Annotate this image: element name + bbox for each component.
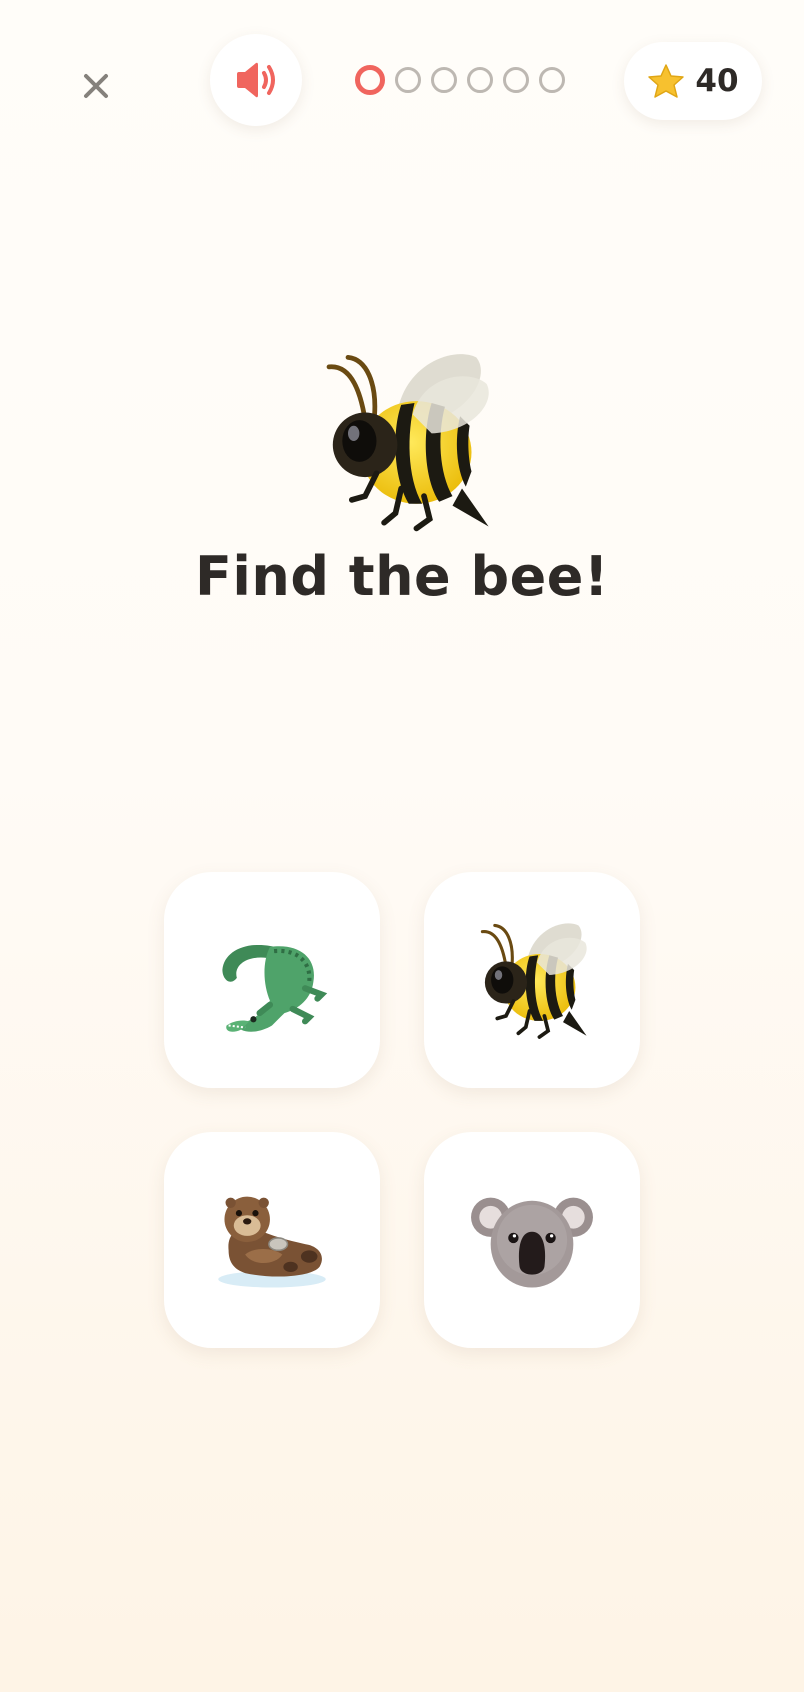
progress-indicator (355, 64, 565, 96)
prompt-title: Find the bee! (194, 545, 609, 608)
speaker-icon (237, 62, 275, 98)
crocodile-icon (222, 944, 328, 1032)
close-icon (84, 74, 108, 98)
option-otter[interactable] (164, 1132, 380, 1348)
bee-icon (470, 918, 594, 1042)
score-badge: 40 (624, 42, 762, 120)
sound-button[interactable] (210, 34, 302, 126)
score-value: 40 (695, 63, 739, 99)
star-icon (648, 64, 685, 98)
progress-dot (539, 67, 565, 93)
bee-icon (310, 346, 500, 536)
koala-icon (471, 1197, 593, 1288)
progress-dot (431, 67, 457, 93)
progress-dot (503, 67, 529, 93)
progress-dot-current (355, 65, 385, 95)
progress-dot (467, 67, 493, 93)
otter-icon (218, 1196, 326, 1288)
progress-dot (395, 67, 421, 93)
option-bee[interactable] (424, 872, 640, 1088)
close-button[interactable] (70, 60, 122, 112)
option-crocodile[interactable] (164, 872, 380, 1088)
option-koala[interactable] (424, 1132, 640, 1348)
